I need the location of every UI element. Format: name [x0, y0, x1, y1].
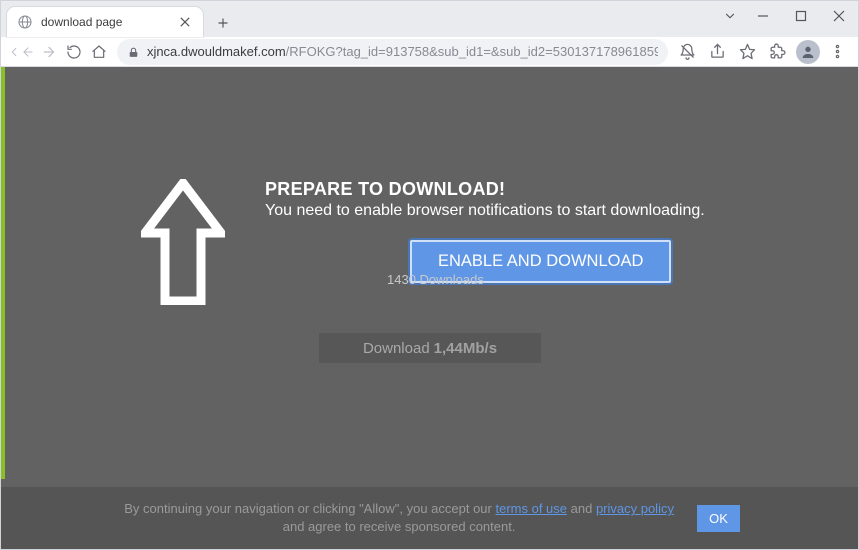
url-host: xjnca.dwouldmakef.com	[147, 44, 286, 59]
forward-button[interactable]	[37, 38, 60, 66]
notifications-muted-icon[interactable]	[674, 38, 702, 66]
headline: PREPARE TO DOWNLOAD!	[265, 179, 705, 200]
bookmark-button[interactable]	[734, 38, 762, 66]
toolbar-right-buttons	[674, 38, 852, 66]
home-button[interactable]	[88, 38, 111, 66]
subline: You need to enable browser notifications…	[265, 202, 705, 220]
lock-icon	[127, 46, 139, 58]
tab-title: download page	[41, 15, 169, 29]
upload-arrow-icon	[141, 179, 225, 305]
address-bar[interactable]: xjnca.dwouldmakef.com/RFOKG?tag_id=91375…	[117, 39, 668, 65]
browser-toolbar: xjnca.dwouldmakef.com/RFOKG?tag_id=91375…	[1, 37, 858, 67]
left-accent-stripe	[1, 67, 5, 479]
tab-search-dropdown[interactable]	[716, 1, 744, 31]
speed-label: Download	[363, 340, 430, 357]
consent-ok-button[interactable]: OK	[697, 505, 740, 532]
share-button[interactable]	[704, 38, 732, 66]
privacy-policy-link[interactable]: privacy policy	[596, 501, 674, 516]
new-tab-button[interactable]	[209, 9, 237, 37]
window-maximize-button[interactable]	[782, 1, 820, 31]
page-viewport: PREPARE TO DOWNLOAD! You need to enable …	[1, 67, 858, 549]
reload-button[interactable]	[62, 38, 85, 66]
globe-icon	[17, 14, 33, 30]
downloads-count: 1430 Downloads	[387, 272, 484, 287]
extensions-button[interactable]	[764, 38, 792, 66]
consent-text: By continuing your navigation or clickin…	[119, 500, 679, 535]
profile-avatar[interactable]	[796, 40, 820, 64]
url-path: /RFOKG?tag_id=913758&sub_id1=&sub_id2=53…	[286, 44, 658, 59]
consent-part2: and	[567, 501, 596, 516]
window-close-button[interactable]	[820, 1, 858, 31]
url-text: xjnca.dwouldmakef.com/RFOKG?tag_id=91375…	[147, 44, 658, 59]
consent-bar: By continuing your navigation or clickin…	[1, 487, 858, 549]
speed-value: 1,44Mb/s	[434, 340, 497, 357]
menu-button[interactable]	[824, 38, 852, 66]
browser-tab[interactable]: download page	[7, 7, 203, 37]
consent-part1: By continuing your navigation or clickin…	[124, 501, 495, 516]
download-speed-button[interactable]: Download 1,44Mb/s	[319, 333, 541, 363]
back-button[interactable]	[7, 38, 35, 66]
window-controls	[716, 1, 858, 31]
window-minimize-button[interactable]	[744, 1, 782, 31]
tab-close-button[interactable]	[177, 14, 193, 30]
consent-part3: and agree to receive sponsored content.	[283, 519, 516, 534]
hero-texts: PREPARE TO DOWNLOAD! You need to enable …	[265, 179, 705, 305]
terms-of-use-link[interactable]: terms of use	[495, 501, 567, 516]
